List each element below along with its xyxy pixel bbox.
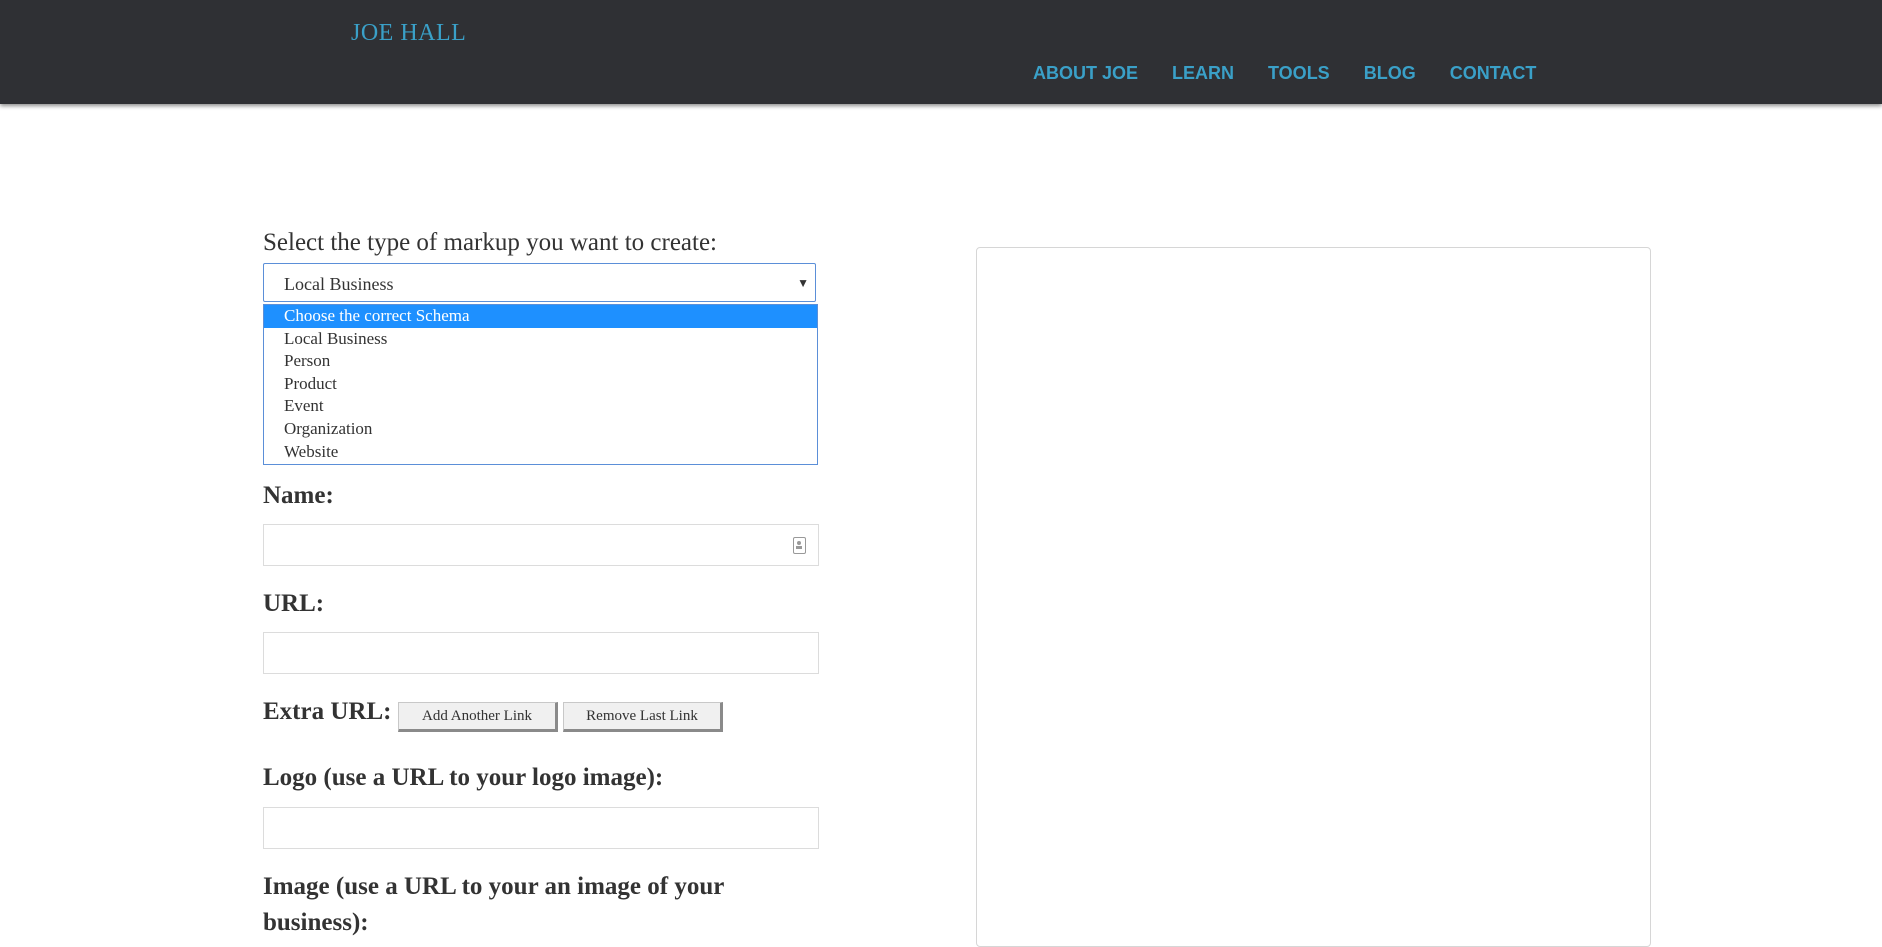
name-input[interactable] (263, 524, 819, 566)
option-choose-schema[interactable]: Choose the correct Schema (264, 305, 817, 328)
nav-contact[interactable]: CONTACT (1450, 63, 1537, 84)
option-local-business[interactable]: Local Business (264, 328, 817, 351)
site-header: JOE HALL ABOUT JOE LEARN TOOLS BLOG CONT… (0, 0, 1882, 104)
select-markup-label: Select the type of markup you want to cr… (263, 229, 718, 256)
markup-form: Select the type of markup you want to cr… (263, 226, 823, 936)
remove-last-link-button[interactable]: Remove Last Link (563, 702, 723, 732)
image-label-line1: Image (use a URL to your an image of you… (263, 873, 725, 900)
url-input[interactable] (263, 632, 819, 674)
option-event[interactable]: Event (264, 395, 817, 418)
markup-type-dropdown: Choose the correct Schema Local Business… (263, 304, 818, 465)
nav-about-joe[interactable]: ABOUT JOE (1033, 63, 1138, 84)
select-current-value: Local Business (284, 274, 394, 294)
add-another-link-button[interactable]: Add Another Link (398, 702, 558, 732)
nav-learn[interactable]: LEARN (1172, 63, 1234, 84)
markup-output-panel[interactable] (976, 247, 1651, 947)
image-label-line2: business): (263, 909, 369, 936)
url-label: URL: (263, 590, 325, 617)
option-product[interactable]: Product (264, 373, 817, 396)
name-label: Name: (263, 482, 334, 509)
logo-label: Logo (use a URL to your logo image): (263, 764, 664, 791)
main-nav: ABOUT JOE LEARN TOOLS BLOG CONTACT (1033, 63, 1570, 84)
nav-blog[interactable]: BLOG (1364, 63, 1416, 84)
logo-input[interactable] (263, 807, 819, 849)
site-logo-link[interactable]: JOE HALL (351, 20, 466, 47)
option-organization[interactable]: Organization (264, 418, 817, 441)
chevron-down-icon: ▼ (797, 276, 809, 290)
option-website[interactable]: Website (264, 441, 817, 464)
nav-tools[interactable]: TOOLS (1268, 63, 1330, 84)
markup-type-select[interactable]: Local Business ▼ (263, 263, 816, 302)
contact-card-icon[interactable] (793, 537, 806, 554)
option-person[interactable]: Person (264, 350, 817, 373)
extra-url-label: Extra URL: (263, 698, 392, 725)
